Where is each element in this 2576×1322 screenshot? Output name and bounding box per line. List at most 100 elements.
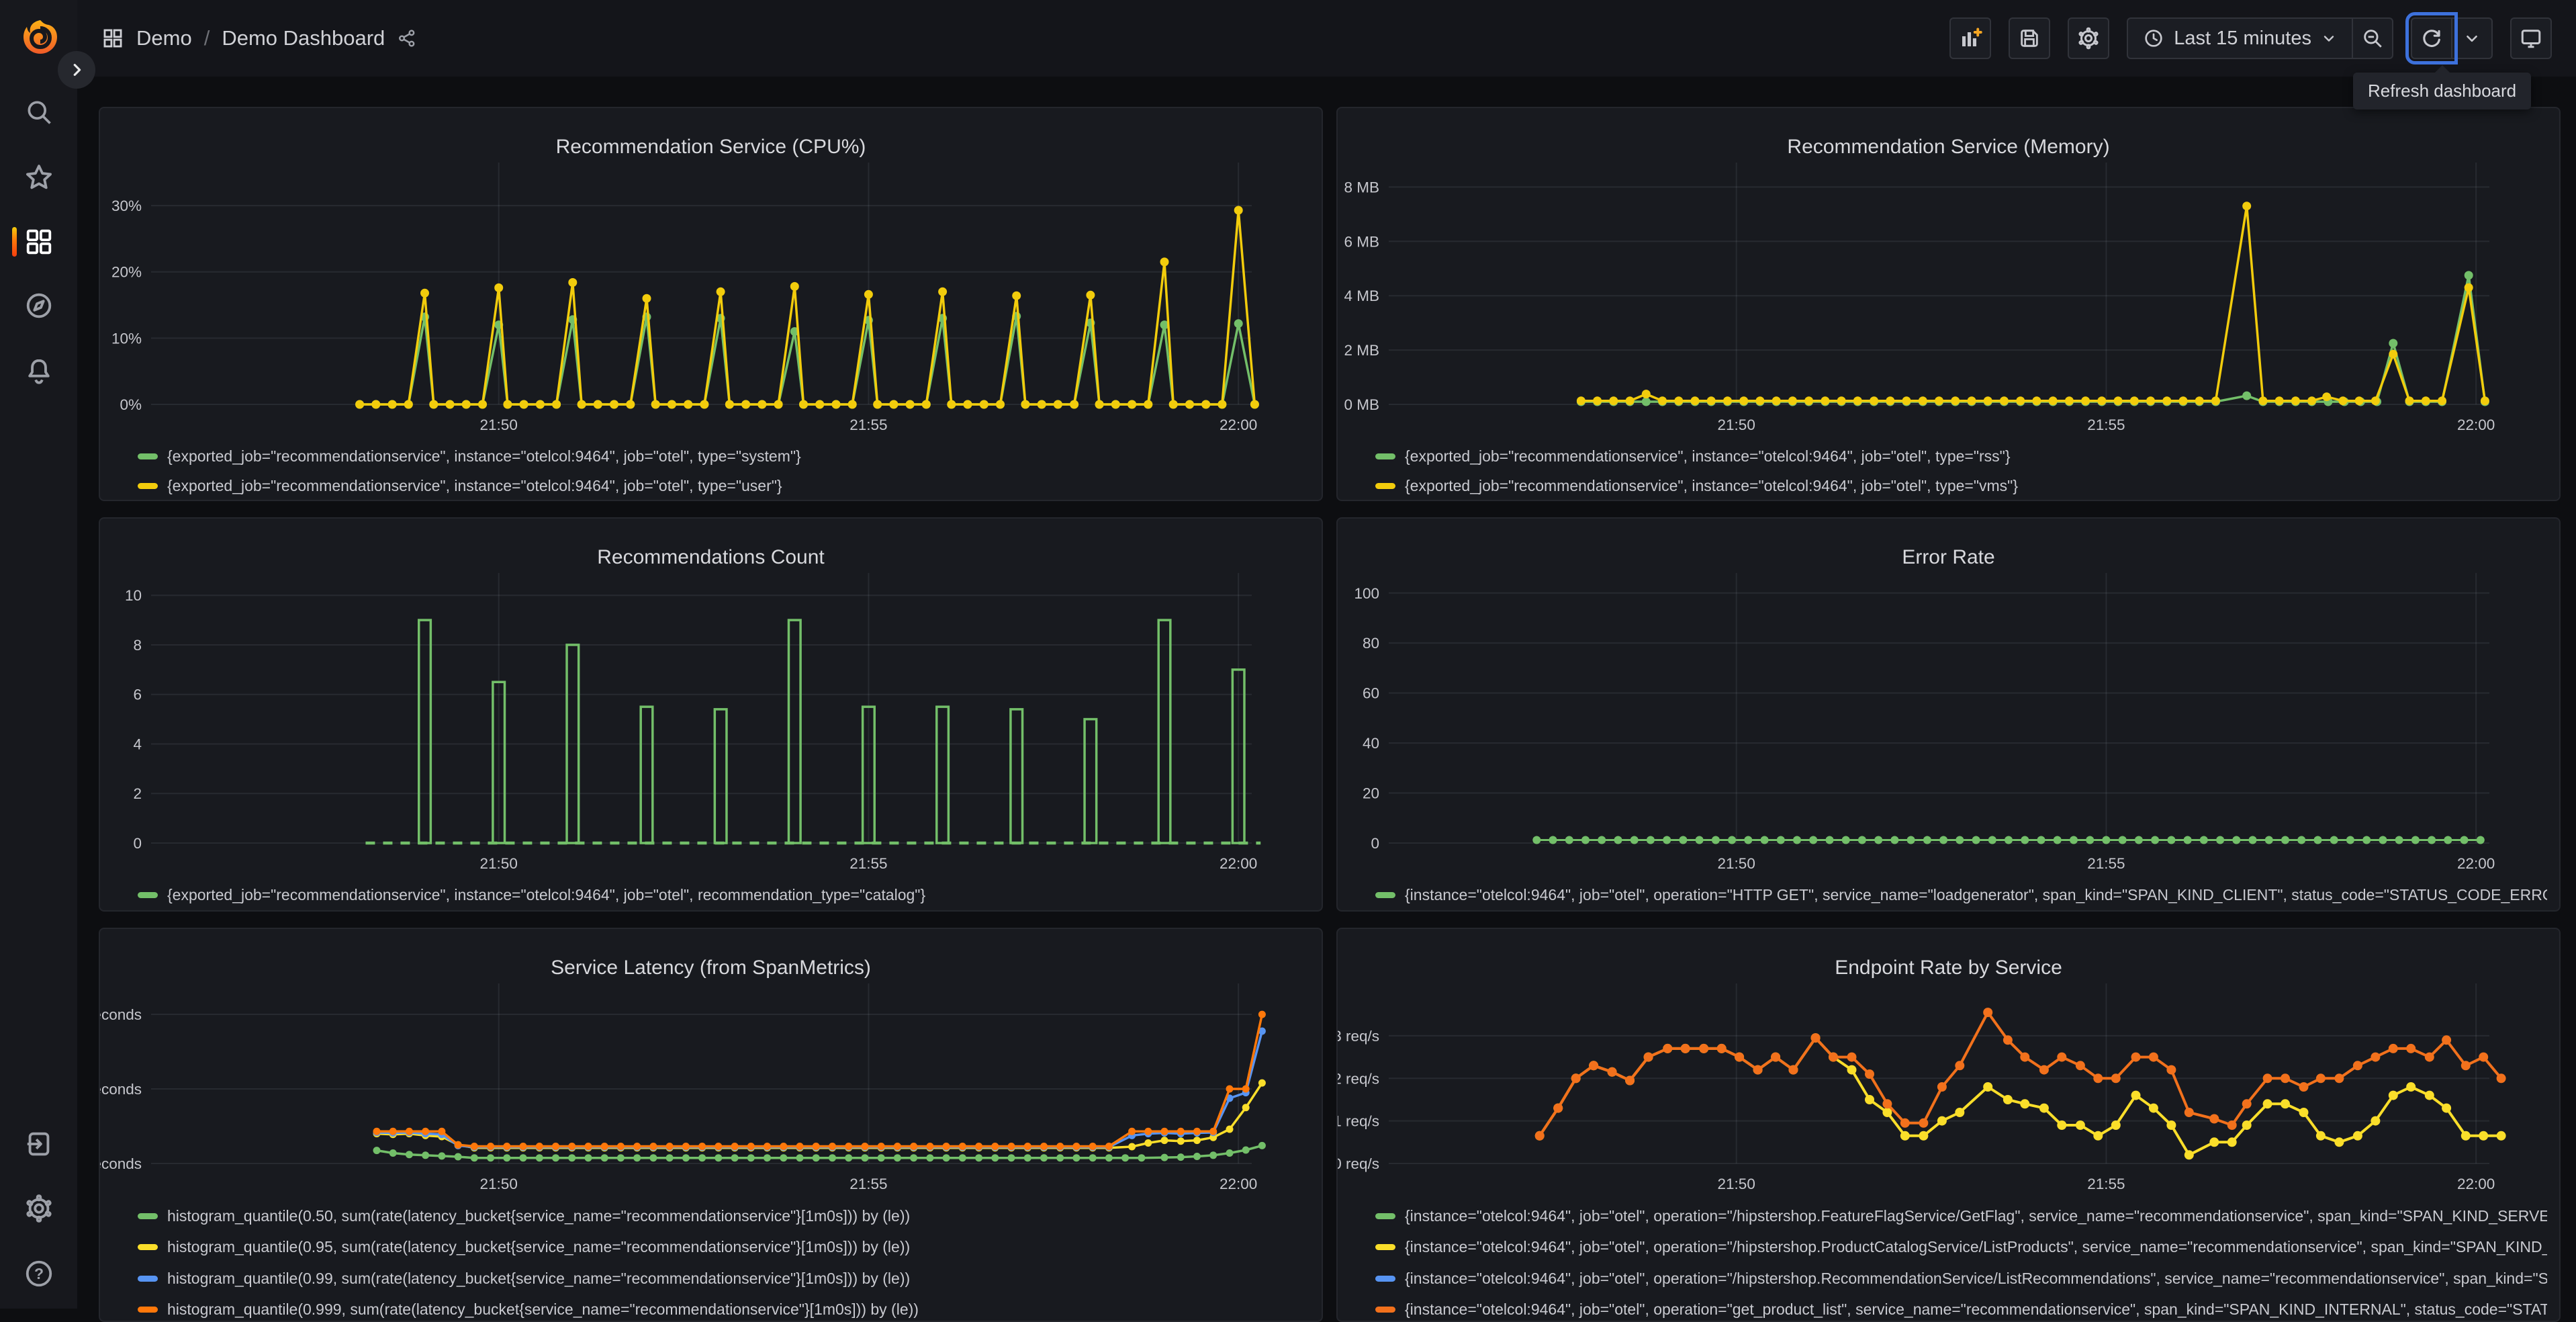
explore-compass-icon bbox=[24, 290, 54, 321]
svg-text:21:50: 21:50 bbox=[480, 416, 518, 433]
svg-text:0 MB: 0 MB bbox=[1344, 396, 1379, 413]
legend-item-p50[interactable]: histogram_quantile(0.50, sum(rate(latenc… bbox=[138, 1200, 1309, 1232]
save-icon bbox=[2018, 27, 2041, 50]
grafana-logo[interactable] bbox=[19, 16, 62, 59]
breadcrumb-folder[interactable]: Demo bbox=[136, 26, 192, 50]
sidebar-item-help[interactable]: ? bbox=[0, 1252, 77, 1295]
svg-text:20: 20 bbox=[1363, 785, 1379, 802]
legend-swatch bbox=[1375, 1244, 1395, 1250]
sidebar-item-alerting[interactable] bbox=[0, 350, 77, 393]
legend-label: {exported_job="recommendationservice", i… bbox=[167, 477, 782, 495]
refresh-dashboard-button[interactable] bbox=[2411, 17, 2452, 59]
breadcrumb-dashboard[interactable]: Demo Dashboard bbox=[222, 26, 385, 50]
legend-item-user[interactable]: {exported_job="recommendationservice", i… bbox=[138, 471, 1309, 500]
legend-swatch bbox=[138, 1244, 158, 1250]
refresh-controls bbox=[2411, 17, 2493, 59]
legend-swatch bbox=[138, 1307, 158, 1313]
chevron-right-icon bbox=[69, 62, 84, 77]
legend-label: {exported_job="recommendationservice", i… bbox=[167, 886, 925, 904]
legend-swatch bbox=[1375, 892, 1395, 898]
time-controls: Last 15 minutes bbox=[2127, 17, 2393, 59]
legend-swatch bbox=[138, 453, 158, 459]
svg-text:?: ? bbox=[34, 1265, 43, 1282]
svg-text:0 milliseconds: 0 milliseconds bbox=[100, 1155, 142, 1172]
legend-swatch bbox=[138, 1213, 158, 1219]
sidebar: ? bbox=[0, 0, 77, 1309]
svg-text:100: 100 bbox=[1354, 585, 1379, 602]
panel-error-rate: Error Rate02040608010021:5021:5522:00{in… bbox=[1336, 517, 2561, 912]
svg-text:10%: 10% bbox=[111, 330, 142, 347]
svg-text:40: 40 bbox=[1363, 735, 1379, 752]
legend-item-listrecommendations[interactable]: {instance="otelcol:9464", job="otel", op… bbox=[1375, 1263, 2547, 1294]
legend: histogram_quantile(0.50, sum(rate(latenc… bbox=[138, 1200, 1309, 1322]
clock-icon bbox=[2143, 28, 2164, 49]
svg-text:6: 6 bbox=[133, 687, 142, 703]
svg-text:6 MB: 6 MB bbox=[1344, 233, 1379, 250]
save-dashboard-button[interactable] bbox=[2009, 17, 2050, 59]
legend-item-p95[interactable]: histogram_quantile(0.95, sum(rate(latenc… bbox=[138, 1232, 1309, 1264]
svg-text:80: 80 bbox=[1363, 635, 1379, 652]
legend-item-vms[interactable]: {exported_job="recommendationservice", i… bbox=[1375, 471, 2547, 500]
legend: {instance="otelcol:9464", job="otel", op… bbox=[1375, 880, 2547, 910]
svg-text:0.3 req/s: 0.3 req/s bbox=[1338, 1028, 1379, 1045]
sidebar-expand-button[interactable] bbox=[58, 51, 95, 89]
svg-text:21:50: 21:50 bbox=[480, 855, 518, 872]
legend-label: histogram_quantile(0.999, sum(rate(laten… bbox=[167, 1301, 919, 1319]
legend-swatch bbox=[138, 483, 158, 489]
sidebar-item-sign-in[interactable] bbox=[0, 1122, 77, 1165]
svg-text:0%: 0% bbox=[120, 396, 142, 413]
panel-endpoint-rate-by-service: Endpoint Rate by Service0.0 req/s0.1 req… bbox=[1336, 928, 2561, 1322]
svg-text:21:55: 21:55 bbox=[849, 416, 887, 433]
dashboard-settings-button[interactable] bbox=[2068, 17, 2109, 59]
panel-recommendation-service-memory: Recommendation Service (Memory)0 MB2 MB4… bbox=[1336, 107, 2561, 501]
svg-text:4 MB: 4 MB bbox=[1344, 288, 1379, 304]
chevron-down-icon bbox=[2463, 30, 2481, 47]
svg-text:2: 2 bbox=[133, 785, 142, 802]
breadcrumb: Demo / Demo Dashboard bbox=[101, 26, 417, 50]
add-panel-icon bbox=[1958, 26, 1982, 50]
sidebar-item-dashboards[interactable] bbox=[0, 220, 77, 263]
svg-text:22:00: 22:00 bbox=[1220, 855, 1257, 872]
legend-label: histogram_quantile(0.50, sum(rate(latenc… bbox=[167, 1207, 910, 1225]
panel-recommendations-count: Recommendations Count024681021:5021:5522… bbox=[99, 517, 1323, 912]
legend: {instance="otelcol:9464", job="otel", op… bbox=[1375, 1200, 2547, 1322]
sidebar-item-explore[interactable] bbox=[0, 284, 77, 327]
panel-service-latency-from-spanmetrics: Service Latency (from SpanMetrics)0 mill… bbox=[99, 928, 1323, 1322]
cycle-view-mode-button[interactable] bbox=[2510, 17, 2552, 59]
svg-text:0: 0 bbox=[133, 835, 142, 852]
chart-recommendations-count[interactable]: 024681021:5021:5522:00 bbox=[100, 519, 1323, 912]
legend-item-catalog[interactable]: {exported_job="recommendationservice", i… bbox=[138, 880, 1309, 910]
svg-text:21:55: 21:55 bbox=[2087, 1176, 2125, 1192]
legend-item-rss[interactable]: {exported_job="recommendationservice", i… bbox=[1375, 441, 2547, 471]
legend-label: histogram_quantile(0.95, sum(rate(latenc… bbox=[167, 1238, 910, 1256]
add-panel-button[interactable] bbox=[1949, 17, 1991, 59]
sign-in-icon bbox=[24, 1129, 54, 1159]
refresh-interval-dropdown[interactable] bbox=[2451, 17, 2493, 59]
legend-item-getflag[interactable]: {instance="otelcol:9464", job="otel", op… bbox=[1375, 1200, 2547, 1232]
legend-item-p99[interactable]: histogram_quantile(0.99, sum(rate(latenc… bbox=[138, 1263, 1309, 1294]
svg-text:60: 60 bbox=[1363, 685, 1379, 702]
alerting-bell-icon bbox=[24, 356, 54, 387]
sidebar-item-settings[interactable] bbox=[0, 1187, 77, 1230]
legend-swatch bbox=[1375, 453, 1395, 459]
legend-item-get_product_list[interactable]: {instance="otelcol:9464", job="otel", op… bbox=[1375, 1294, 2547, 1322]
chart-error-rate[interactable]: 02040608010021:5021:5522:00 bbox=[1338, 519, 2561, 912]
time-range-picker[interactable]: Last 15 minutes bbox=[2127, 17, 2353, 59]
legend-item-p999[interactable]: histogram_quantile(0.999, sum(rate(laten… bbox=[138, 1294, 1309, 1322]
gear-icon bbox=[2076, 26, 2101, 50]
svg-text:2 MB: 2 MB bbox=[1344, 342, 1379, 359]
share-icon[interactable] bbox=[397, 28, 417, 48]
zoom-out-time-button[interactable] bbox=[2352, 17, 2393, 59]
svg-text:21:50: 21:50 bbox=[1718, 1176, 1755, 1192]
legend-item-system[interactable]: {exported_job="recommendationservice", i… bbox=[138, 441, 1309, 471]
sidebar-item-search[interactable] bbox=[0, 91, 77, 134]
search-icon bbox=[24, 97, 54, 127]
legend: {exported_job="recommendationservice", i… bbox=[138, 441, 1309, 500]
zoom-out-icon bbox=[2361, 27, 2384, 50]
sidebar-item-starred[interactable] bbox=[0, 156, 77, 199]
svg-text:8: 8 bbox=[133, 637, 142, 654]
svg-text:21:50: 21:50 bbox=[1718, 416, 1755, 433]
refresh-tooltip-text: Refresh dashboard bbox=[2368, 81, 2516, 101]
legend-item-listproducts[interactable]: {instance="otelcol:9464", job="otel", op… bbox=[1375, 1232, 2547, 1264]
legend-item-http-get-errors[interactable]: {instance="otelcol:9464", job="otel", op… bbox=[1375, 880, 2547, 910]
